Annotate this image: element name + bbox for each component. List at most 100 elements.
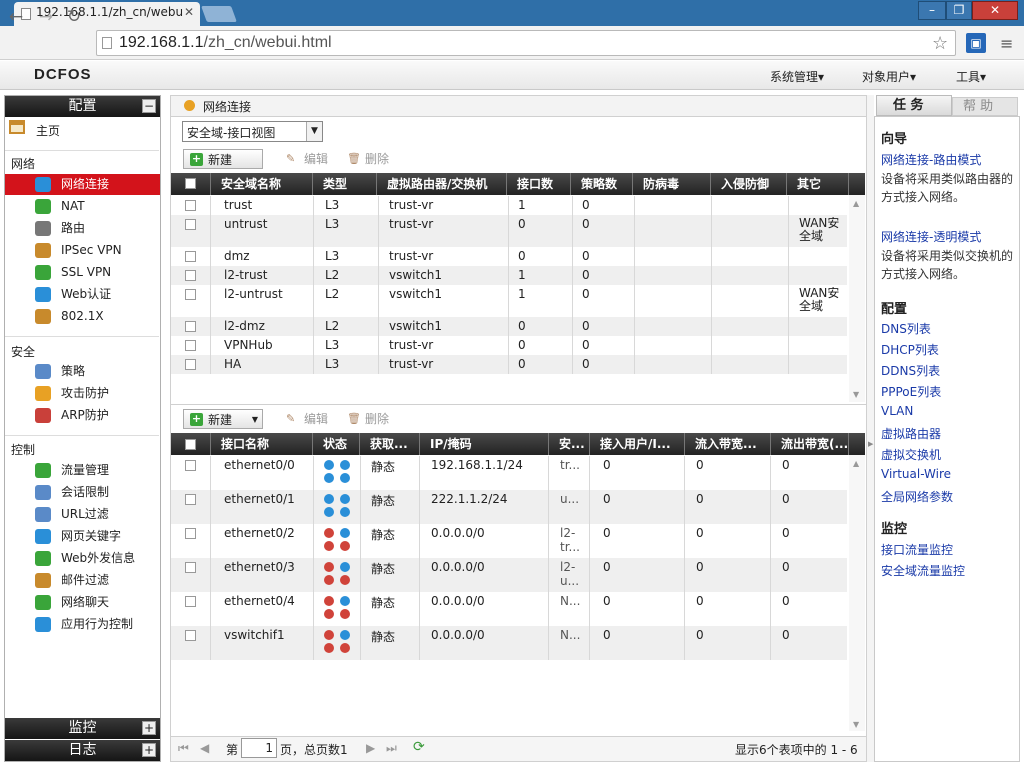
iface-scrollbar[interactable]	[849, 455, 865, 731]
col-zone-name[interactable]: 安全域名称	[211, 173, 313, 195]
new-interface-button[interactable]: + 新建 ▼	[183, 409, 263, 429]
col-acquire[interactable]: 获取...	[360, 433, 420, 455]
forward-icon[interactable]: →	[36, 7, 56, 27]
menu-system-management[interactable]: 系统管理▾	[770, 68, 824, 85]
zone-scrollbar[interactable]	[849, 195, 865, 402]
config-link-8[interactable]: 全局网络参数	[881, 488, 953, 505]
reload-icon[interactable]: ↻	[64, 7, 84, 27]
nav-item-control_items-2[interactable]: URL过滤	[5, 504, 160, 525]
nav-item-network_items-5[interactable]: Web认证	[5, 284, 160, 305]
panel-splitter[interactable]: ▶	[867, 95, 874, 762]
refresh-icon[interactable]: ⟳	[413, 739, 425, 755]
row-checkbox[interactable]	[185, 359, 196, 370]
select-all-checkbox[interactable]	[185, 178, 196, 189]
col-users[interactable]: 接入用户/I...	[590, 433, 685, 455]
row-checkbox[interactable]	[185, 528, 196, 539]
wizard-transparent-mode-link[interactable]: 网络连接-透明模式	[881, 228, 981, 245]
row-checkbox[interactable]	[185, 562, 196, 573]
config-link-2[interactable]: DDNS列表	[881, 362, 940, 379]
col-iface-count[interactable]: 接口数	[507, 173, 571, 195]
maximize-button[interactable]: ❐	[946, 1, 972, 20]
row-checkbox[interactable]	[185, 596, 196, 607]
nav-item-security_items-0[interactable]: 策略	[5, 361, 160, 382]
nav-item-security_items-2[interactable]: ARP防护	[5, 405, 160, 426]
col-ips[interactable]: 入侵防御	[711, 173, 787, 195]
tab-tasks[interactable]: 任 务	[876, 95, 952, 116]
col-policy-count[interactable]: 策略数	[571, 173, 633, 195]
col-antivirus[interactable]: 防病毒	[633, 173, 711, 195]
col-inbound[interactable]: 流入带宽...	[685, 433, 771, 455]
first-page-icon[interactable]: ⏮	[178, 741, 189, 756]
row-checkbox[interactable]	[185, 321, 196, 332]
scroll-up-icon[interactable]: ▲	[853, 459, 859, 468]
chevron-down-icon[interactable]: ▼	[252, 410, 258, 430]
row-checkbox[interactable]	[185, 340, 196, 351]
row-checkbox[interactable]	[185, 270, 196, 281]
expand-icon[interactable]: +	[142, 721, 156, 735]
nav-item-security_items-1[interactable]: 攻击防护	[5, 383, 160, 404]
scroll-up-icon[interactable]: ▲	[853, 199, 859, 208]
col-ip-mask[interactable]: IP/掩码	[420, 433, 549, 455]
config-link-4[interactable]: VLAN	[881, 404, 913, 418]
col-other[interactable]: 其它	[787, 173, 849, 195]
row-checkbox[interactable]	[185, 200, 196, 211]
nav-item-control_items-5[interactable]: 邮件过滤	[5, 570, 160, 591]
nav-item-control_items-6[interactable]: 网络聊天	[5, 592, 160, 613]
zone-traffic-monitor-link[interactable]: 安全域流量监控	[881, 562, 965, 579]
page-number-input[interactable]: 1	[241, 738, 277, 758]
extension-icon[interactable]: ▣	[966, 33, 986, 53]
nav-item-network_items-2[interactable]: 路由	[5, 218, 160, 239]
select-all-checkbox[interactable]	[185, 439, 196, 450]
prev-page-icon[interactable]: ◀	[200, 741, 209, 755]
col-vrouter[interactable]: 虚拟路由器/交换机	[377, 173, 507, 195]
edit-zone-button[interactable]: ✎ 编辑	[284, 149, 328, 169]
col-zone[interactable]: 安...	[549, 433, 590, 455]
menu-objects-users[interactable]: 对象用户▾	[862, 68, 916, 85]
nav-item-network_items-4[interactable]: SSL VPN	[5, 262, 160, 283]
nav-item-control_items-4[interactable]: Web外发信息	[5, 548, 160, 569]
address-bar[interactable]: 192.168.1.1/zh_cn/webui.html	[96, 30, 956, 56]
chevron-down-icon[interactable]: ▼	[306, 122, 322, 141]
bookmark-star-icon[interactable]: ☆	[932, 33, 948, 54]
nav-item-control_items-1[interactable]: 会话限制	[5, 482, 160, 503]
config-panel-header[interactable]: 配置 −	[5, 96, 160, 117]
config-link-0[interactable]: DNS列表	[881, 320, 931, 337]
next-page-icon[interactable]: ▶	[366, 741, 375, 755]
nav-home[interactable]: 主页	[36, 122, 60, 139]
nav-item-network_items-6[interactable]: 802.1X	[5, 306, 160, 327]
col-type[interactable]: 类型	[313, 173, 377, 195]
nav-item-network_items-3[interactable]: IPSec VPN	[5, 240, 160, 261]
config-link-7[interactable]: Virtual-Wire	[881, 467, 951, 481]
expand-icon[interactable]: +	[142, 743, 156, 757]
col-outbound[interactable]: 流出带宽(...	[771, 433, 849, 455]
back-icon[interactable]: ←	[6, 7, 26, 27]
splitter-arrow-icon[interactable]: ▶	[868, 440, 873, 448]
browser-menu-icon[interactable]: ≡	[1000, 34, 1013, 53]
config-link-1[interactable]: DHCP列表	[881, 341, 939, 358]
scroll-down-icon[interactable]: ▼	[853, 390, 859, 399]
new-zone-button[interactable]: + 新建	[183, 149, 263, 169]
close-window-button[interactable]: ✕	[972, 1, 1018, 20]
iface-traffic-monitor-link[interactable]: 接口流量监控	[881, 541, 953, 558]
edit-interface-button[interactable]: ✎ 编辑	[284, 409, 328, 429]
last-page-icon[interactable]: ⏭	[386, 741, 397, 756]
collapse-icon[interactable]: −	[142, 99, 156, 113]
nav-item-network_items-1[interactable]: NAT	[5, 196, 160, 217]
nav-item-control_items-7[interactable]: 应用行为控制	[5, 614, 160, 635]
delete-zone-button[interactable]: 🗑 删除	[345, 149, 389, 169]
wizard-route-mode-link[interactable]: 网络连接-路由模式	[881, 151, 981, 168]
row-checkbox[interactable]	[185, 219, 196, 230]
config-link-6[interactable]: 虚拟交换机	[881, 446, 941, 463]
row-checkbox[interactable]	[185, 630, 196, 641]
monitor-panel-header[interactable]: 监控 +	[5, 718, 160, 739]
col-iface-name[interactable]: 接口名称	[211, 433, 313, 455]
menu-tools[interactable]: 工具▾	[956, 68, 986, 85]
nav-item-network_items-0[interactable]: 网络连接	[5, 174, 160, 195]
config-link-5[interactable]: 虚拟路由器	[881, 425, 941, 442]
scroll-down-icon[interactable]: ▼	[853, 720, 859, 729]
log-panel-header[interactable]: 日志 +	[5, 740, 160, 761]
minimize-button[interactable]: –	[918, 1, 946, 20]
tab-help[interactable]: 帮 助	[952, 97, 1018, 116]
config-link-3[interactable]: PPPoE列表	[881, 383, 941, 400]
nav-item-control_items-0[interactable]: 流量管理	[5, 460, 160, 481]
